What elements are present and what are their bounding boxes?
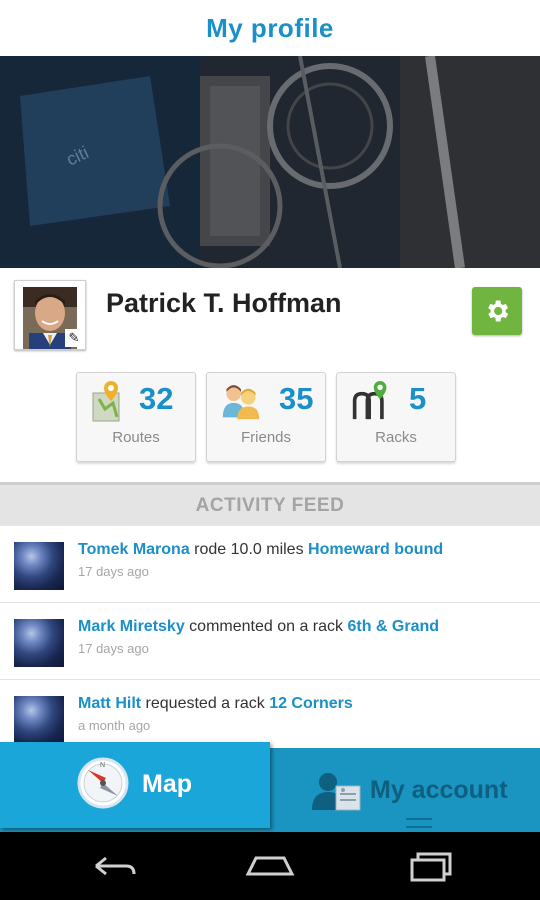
stat-racks[interactable]: 5 Racks — [336, 372, 456, 462]
friends-icon — [222, 385, 260, 420]
stat-routes[interactable]: 32 Routes — [76, 372, 196, 462]
list-item[interactable]: Tomek Marona rode 10.0 miles Homeward bo… — [0, 526, 540, 603]
recents-icon[interactable] — [398, 846, 458, 886]
gear-icon — [488, 300, 509, 322]
feed-time: 17 days ago — [78, 641, 149, 656]
tab-map[interactable]: N Map — [0, 742, 270, 828]
system-navigation-bar — [0, 832, 540, 900]
feed-time: 17 days ago — [78, 564, 149, 579]
feed-action: commented on a rack — [184, 618, 348, 635]
routes-label: Routes — [112, 429, 160, 446]
routes-count: 32 — [139, 381, 174, 416]
home-icon[interactable] — [240, 846, 300, 886]
cover-photo-illustration: citi — [0, 56, 540, 268]
feed-text: Mark Miretsky commented on a rack 6th & … — [78, 618, 439, 636]
feed-action: rode 10.0 miles — [189, 541, 309, 558]
feed-thumbnail — [14, 542, 64, 590]
feed-text: Matt Hilt requested a rack 12 Corners — [78, 695, 353, 713]
friends-count: 35 — [279, 381, 314, 416]
feed-target-link[interactable]: 6th & Grand — [347, 618, 439, 635]
settings-button[interactable] — [472, 287, 522, 335]
feed-time: a month ago — [78, 718, 151, 733]
back-icon[interactable] — [82, 846, 142, 886]
feed-thumbnail — [14, 619, 64, 667]
app-header: My profile — [0, 0, 540, 57]
menu-handle-icon — [406, 818, 432, 828]
feed-target-link[interactable]: Homeward bound — [308, 541, 443, 558]
feed-user-link[interactable]: Tomek Marona — [78, 541, 190, 558]
friends-label: Friends — [240, 429, 292, 446]
routes-icon — [92, 381, 120, 422]
tab-my-account[interactable]: My account — [270, 748, 540, 832]
feed-text: Tomek Marona rode 10.0 miles Homeward bo… — [78, 541, 443, 559]
profile-section: ✎ Patrick T. Hoffman 32 Routes 35 Friend… — [0, 268, 540, 480]
tab-map-label: Map — [142, 770, 192, 798]
feed-user-link[interactable]: Mark Miretsky — [78, 618, 185, 635]
feed-action: requested a rack — [141, 695, 270, 712]
racks-label: Racks — [375, 429, 417, 446]
activity-feed-header: ACTIVITY FEED — [0, 482, 540, 528]
page-title: My profile — [206, 12, 334, 43]
tab-my-account-label: My account — [370, 776, 508, 804]
pencil-icon[interactable]: ✎ — [65, 329, 83, 347]
feed-user-link[interactable]: Matt Hilt — [78, 695, 141, 712]
cover-photo: citi — [0, 56, 540, 268]
racks-count: 5 — [409, 381, 427, 416]
feed-thumbnail — [14, 696, 64, 744]
list-item[interactable]: Mark Miretsky commented on a rack 6th & … — [0, 603, 540, 680]
account-icon — [312, 773, 361, 811]
activity-feed-title: ACTIVITY FEED — [195, 495, 345, 516]
rack-icon — [352, 381, 387, 420]
svg-text:N: N — [100, 762, 105, 769]
feed-target-link[interactable]: 12 Corners — [269, 695, 353, 712]
profile-name: Patrick T. Hoffman — [106, 288, 342, 318]
avatar[interactable]: ✎ — [14, 280, 86, 350]
stat-friends[interactable]: 35 Friends — [206, 372, 326, 462]
compass-icon: N — [77, 757, 129, 809]
